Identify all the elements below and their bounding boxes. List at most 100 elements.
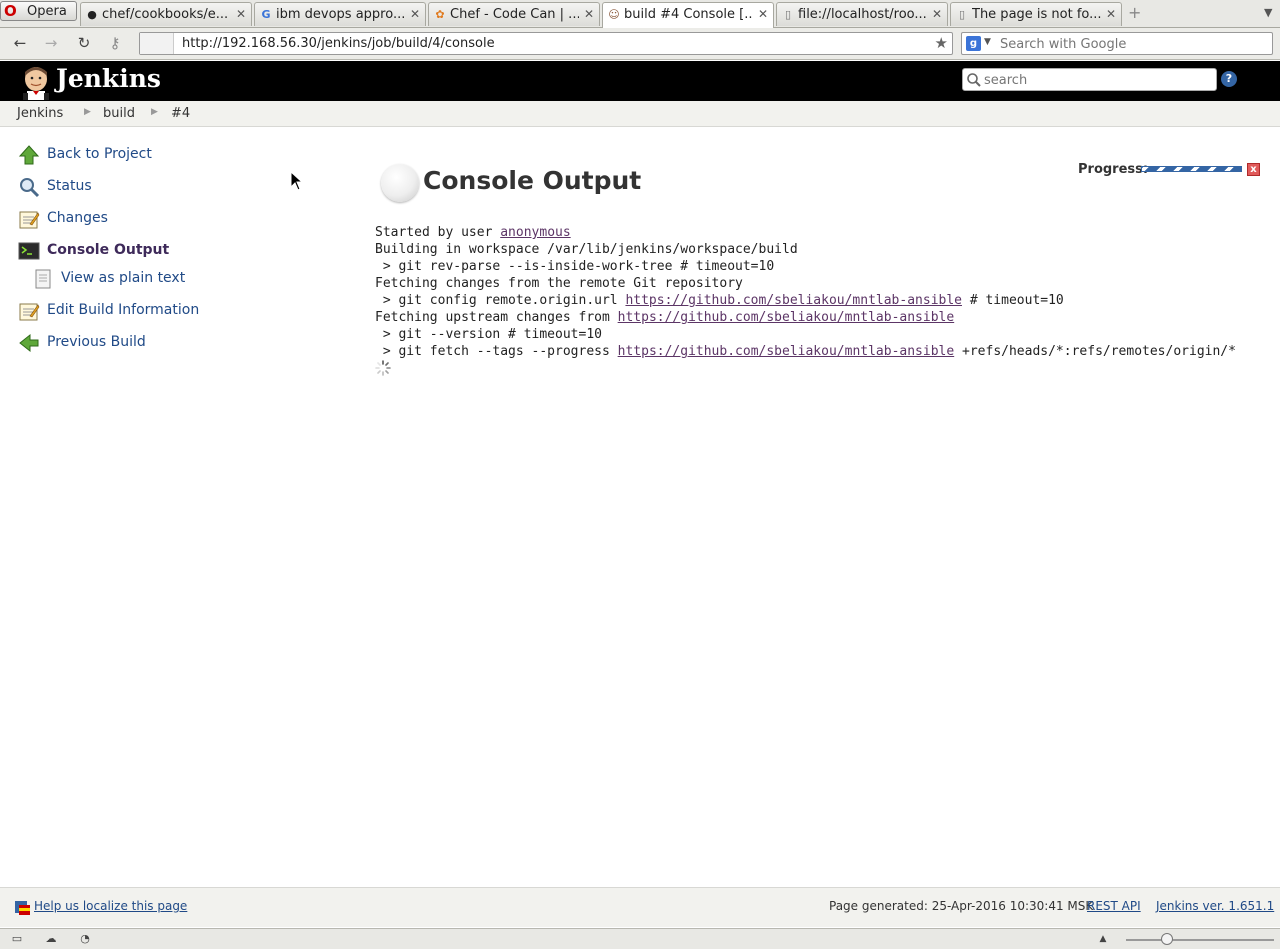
panel-toggle-icon[interactable]: ▭ bbox=[10, 932, 24, 946]
browser-search-box[interactable]: g ▼ bbox=[961, 32, 1273, 55]
jenkins-icon: ☺ bbox=[608, 8, 620, 21]
mouse-cursor-icon bbox=[290, 171, 303, 191]
forward-arrow-icon[interactable]: → bbox=[42, 34, 60, 52]
notepad-icon bbox=[19, 303, 40, 321]
browser-tab-2[interactable]: G ibm devops appro... ✕ bbox=[254, 2, 426, 26]
browser-tab-1[interactable]: ● chef/cookbooks/e... ✕ bbox=[80, 2, 252, 26]
sidebar-item-label[interactable]: Edit Build Information bbox=[47, 302, 199, 318]
localize-flag-icon bbox=[15, 901, 30, 915]
site-info-button[interactable] bbox=[140, 33, 174, 54]
chevron-down-icon[interactable]: ▼ bbox=[984, 37, 991, 47]
magnifier-icon bbox=[20, 178, 40, 198]
sidebar-item-label[interactable]: View as plain text bbox=[61, 270, 185, 286]
bookmark-star-icon[interactable]: ★ bbox=[935, 34, 948, 52]
tab-title: build #4 Console [... bbox=[624, 7, 753, 22]
console-repo-link[interactable]: https://github.com/sbeliakou/mntlab-ansi… bbox=[618, 344, 955, 359]
tab-close-icon[interactable]: ✕ bbox=[236, 7, 246, 21]
jenkins-version-link[interactable]: Jenkins ver. 1.651.1 bbox=[1156, 899, 1274, 913]
tab-title: file://localhost/roo... bbox=[798, 7, 927, 22]
console-line: Building in workspace /var/lib/jenkins/w… bbox=[375, 242, 798, 257]
browser-search-input[interactable] bbox=[1000, 35, 1268, 53]
page-icon: ▯ bbox=[958, 8, 966, 21]
page-footer: Help us localize this page Page generate… bbox=[0, 887, 1280, 927]
opera-logo-icon: O bbox=[4, 2, 17, 20]
browser-tab-4[interactable]: ☺ build #4 Console [... ✕ bbox=[602, 2, 774, 28]
jenkins-search-box[interactable] bbox=[962, 68, 1217, 91]
console-line: Started by user anonymous bbox=[375, 225, 571, 240]
tab-close-icon[interactable]: ✕ bbox=[410, 7, 420, 21]
loading-spinner-icon bbox=[375, 360, 391, 376]
stop-build-icon[interactable]: x bbox=[1247, 163, 1260, 176]
sidebar-item-label[interactable]: Previous Build bbox=[47, 334, 146, 350]
tab-close-icon[interactable]: ✕ bbox=[932, 7, 942, 21]
sidebar-item-label[interactable]: Status bbox=[47, 178, 92, 194]
url-text[interactable]: http://192.168.56.30/jenkins/job/build/4… bbox=[182, 36, 495, 51]
console-line: > git --version # timeout=10 bbox=[375, 327, 602, 342]
left-arrow-icon bbox=[19, 333, 39, 353]
chef-icon: ✿ bbox=[435, 8, 445, 21]
page-generated-text: Page generated: 25-Apr-2016 10:30:41 MSK bbox=[829, 899, 1094, 913]
opera-menu-label: Opera bbox=[27, 4, 67, 19]
breadcrumb-separator-icon[interactable]: ▶ bbox=[151, 107, 158, 117]
console-repo-link[interactable]: https://github.com/sbeliakou/mntlab-ansi… bbox=[625, 293, 962, 308]
key-icon[interactable]: ⚷ bbox=[106, 34, 124, 52]
sidebar-item-label[interactable]: Console Output bbox=[47, 242, 169, 258]
console-output: Started by user anonymous Building in wo… bbox=[375, 224, 1236, 360]
tab-title: The page is not fo... bbox=[972, 7, 1101, 22]
build-progress-bar[interactable] bbox=[1141, 166, 1242, 172]
localize-link[interactable]: Help us localize this page bbox=[34, 899, 187, 913]
zoom-slider-handle[interactable] bbox=[1161, 933, 1173, 945]
opera-unite-icon[interactable]: ☁ bbox=[44, 932, 58, 946]
breadcrumb: Jenkins ▶ build ▶ #4 bbox=[0, 101, 1280, 127]
opera-menu-button[interactable]: O Opera bbox=[0, 1, 77, 21]
jenkins-search-input[interactable] bbox=[984, 71, 1212, 89]
console-line: Fetching changes from the remote Git rep… bbox=[375, 276, 743, 291]
notepad-icon bbox=[19, 211, 40, 229]
sidebar-item-label[interactable]: Changes bbox=[47, 210, 108, 226]
breadcrumb-jenkins[interactable]: Jenkins bbox=[17, 106, 63, 121]
rest-api-link[interactable]: REST API bbox=[1087, 899, 1141, 913]
github-icon: ● bbox=[87, 8, 97, 21]
help-icon[interactable]: ? bbox=[1221, 71, 1237, 87]
build-status-ball-icon bbox=[381, 164, 419, 202]
jenkins-butler-logo-icon[interactable] bbox=[19, 64, 53, 100]
browser-tab-3[interactable]: ✿ Chef - Code Can | ... ✕ bbox=[428, 2, 600, 26]
jenkins-header: Jenkins ? bbox=[0, 61, 1280, 101]
terminal-icon bbox=[18, 242, 40, 260]
tab-close-icon[interactable]: ✕ bbox=[758, 7, 768, 21]
console-line: > git rev-parse --is-inside-work-tree # … bbox=[375, 259, 775, 274]
console-line: > git fetch --tags --progress https://gi… bbox=[375, 344, 1236, 359]
reload-icon[interactable]: ↻ bbox=[75, 34, 93, 52]
breadcrumb-build[interactable]: build bbox=[103, 106, 135, 121]
jenkins-title[interactable]: Jenkins bbox=[56, 64, 161, 93]
console-user-link[interactable]: anonymous bbox=[500, 225, 570, 240]
breadcrumb-build-number[interactable]: #4 bbox=[171, 106, 190, 121]
tab-list-chevron-icon[interactable]: ▼ bbox=[1264, 6, 1272, 19]
back-arrow-icon[interactable]: ← bbox=[11, 34, 29, 52]
tab-title: ibm devops appro... bbox=[276, 7, 405, 22]
browser-nav-bar: ← → ↻ ⚷ http://192.168.56.30/jenkins/job… bbox=[0, 28, 1280, 60]
browser-tab-5[interactable]: ▯ file://localhost/roo... ✕ bbox=[776, 2, 948, 26]
new-tab-icon[interactable]: + bbox=[1128, 5, 1144, 21]
console-line: Fetching upstream changes from https://g… bbox=[375, 310, 955, 325]
page-title: Console Output bbox=[423, 166, 642, 195]
chevron-up-icon[interactable]: ▲ bbox=[1096, 932, 1110, 946]
zoom-slider-track[interactable] bbox=[1126, 939, 1274, 941]
browser-status-bar: ▭ ☁ ◔ ▲ bbox=[0, 928, 1280, 949]
up-arrow-icon bbox=[18, 145, 40, 165]
document-icon bbox=[35, 269, 51, 289]
console-repo-link[interactable]: https://github.com/sbeliakou/mntlab-ansi… bbox=[618, 310, 955, 325]
browser-tab-6[interactable]: ▯ The page is not fo... ✕ bbox=[950, 2, 1122, 26]
google-icon[interactable]: g bbox=[966, 36, 981, 51]
page-icon: ▯ bbox=[784, 8, 792, 21]
progress-label: Progress: bbox=[1078, 162, 1149, 177]
turbo-icon[interactable]: ◔ bbox=[78, 932, 92, 946]
breadcrumb-separator-icon[interactable]: ▶ bbox=[84, 107, 91, 117]
google-icon: G bbox=[261, 8, 271, 21]
tab-close-icon[interactable]: ✕ bbox=[1106, 7, 1116, 21]
search-icon bbox=[967, 73, 981, 87]
tab-title: chef/cookbooks/e... bbox=[102, 7, 229, 22]
tab-close-icon[interactable]: ✕ bbox=[584, 7, 594, 21]
address-bar[interactable]: http://192.168.56.30/jenkins/job/build/4… bbox=[139, 32, 953, 55]
sidebar-item-label[interactable]: Back to Project bbox=[47, 146, 152, 162]
